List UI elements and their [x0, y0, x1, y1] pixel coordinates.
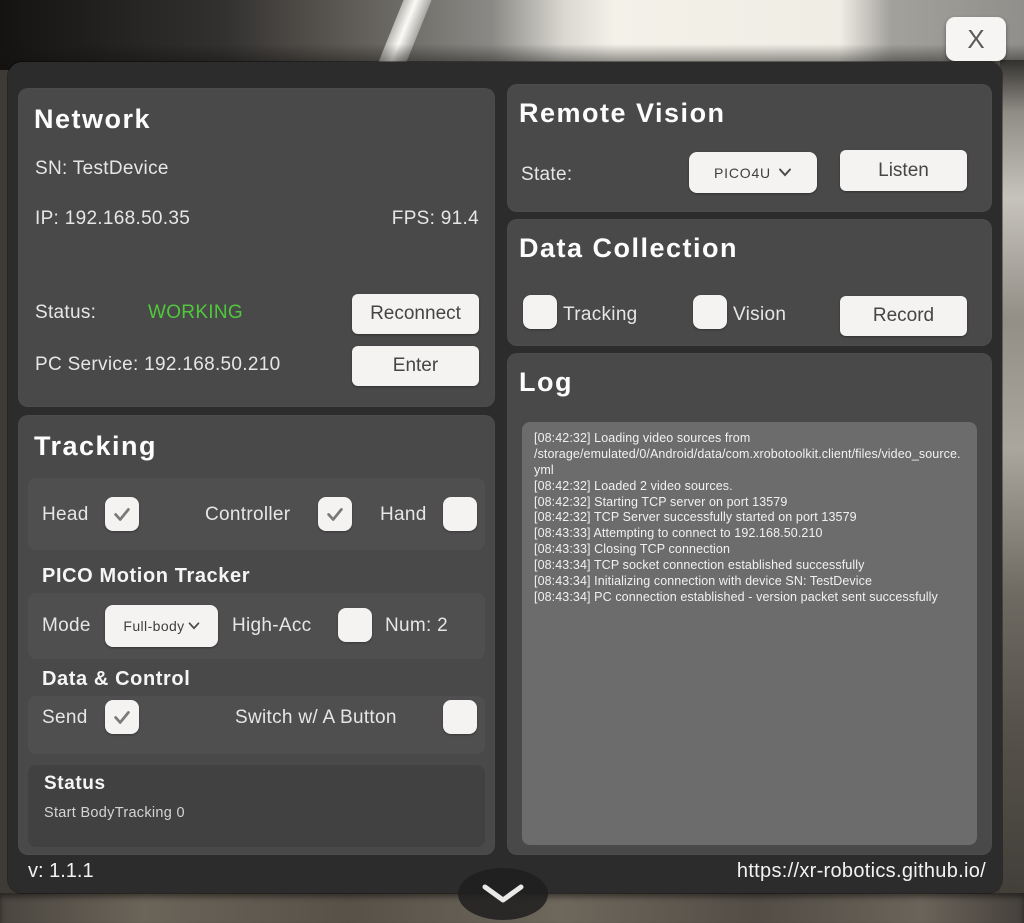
- collect-vision-label: Vision: [733, 304, 786, 326]
- controller-checkbox[interactable]: [318, 497, 352, 531]
- collect-tracking-checkbox[interactable]: [523, 295, 557, 329]
- send-label: Send: [42, 707, 88, 729]
- checkmark-icon: [324, 503, 346, 525]
- enter-button-label: Enter: [393, 355, 438, 377]
- mode-label: Mode: [42, 615, 91, 637]
- mode-dropdown-value: Full-body: [123, 618, 184, 634]
- enter-button[interactable]: Enter: [352, 346, 479, 386]
- main-window: Network SN: TestDevice IP: 192.168.50.35…: [8, 62, 1002, 893]
- tracking-title: Tracking: [34, 431, 157, 462]
- record-button[interactable]: Record: [840, 296, 967, 336]
- close-icon: X: [967, 24, 984, 55]
- high-acc-label: High-Acc: [232, 615, 311, 637]
- reconnect-button-label: Reconnect: [370, 303, 461, 325]
- tracking-panel: Tracking Head Controller Hand PICO Motio…: [18, 415, 495, 855]
- log-entry: [08:42:32] Starting TCP server on port 1…: [534, 495, 965, 511]
- tracking-status-value: Start BodyTracking 0: [44, 805, 185, 821]
- collect-tracking-label: Tracking: [563, 304, 638, 326]
- network-status-value: WORKING: [148, 302, 243, 324]
- switch-a-button-checkbox[interactable]: [443, 700, 477, 734]
- send-checkbox[interactable]: [105, 700, 139, 734]
- log-entry: [08:43:33] Attempting to connect to 192.…: [534, 526, 965, 542]
- data-collection-title: Data Collection: [519, 233, 738, 264]
- chevron-down-icon: [480, 883, 526, 905]
- log-entry: [08:43:34] Initializing connection with …: [534, 574, 965, 590]
- network-fps: FPS: 91.4: [392, 208, 479, 230]
- network-status-label: Status:: [35, 302, 96, 324]
- collect-vision-checkbox[interactable]: [693, 295, 727, 329]
- network-panel: Network SN: TestDevice IP: 192.168.50.35…: [18, 88, 495, 407]
- data-control-heading: Data & Control: [42, 668, 190, 691]
- network-sn: SN: TestDevice: [35, 158, 169, 180]
- hand-label: Hand: [380, 504, 427, 526]
- log-panel: Log [08:42:32] Loading video sources fro…: [507, 353, 992, 855]
- record-button-label: Record: [873, 305, 934, 327]
- project-url: https://xr-robotics.github.io/: [737, 860, 986, 883]
- listen-button[interactable]: Listen: [840, 150, 967, 191]
- log-entry: [08:43:34] TCP socket connection establi…: [534, 558, 965, 574]
- tracking-status-heading: Status: [44, 773, 106, 795]
- tracking-status-box: Status Start BodyTracking 0: [28, 765, 485, 847]
- app-screen: X Network SN: TestDevice IP: 192.168.50.…: [0, 0, 1024, 923]
- checkmark-icon: [111, 706, 133, 728]
- switch-a-button-label: Switch w/ A Button: [235, 707, 397, 729]
- mode-dropdown[interactable]: Full-body: [105, 605, 218, 647]
- network-ip: IP: 192.168.50.35: [35, 208, 190, 230]
- log-entry: [08:42:32] Loaded 2 video sources.: [534, 479, 965, 495]
- log-output[interactable]: [08:42:32] Loading video sources from /s…: [522, 422, 977, 845]
- num-label: Num: 2: [385, 615, 448, 637]
- chevron-down-icon: [778, 168, 792, 177]
- device-dropdown-value: PICO4U: [714, 165, 771, 181]
- head-label: Head: [42, 504, 89, 526]
- close-button[interactable]: X: [946, 17, 1006, 61]
- background-right-photo: [1000, 60, 1024, 923]
- head-checkbox[interactable]: [105, 497, 139, 531]
- log-entry: [08:42:32] TCP Server successfully start…: [534, 510, 965, 526]
- log-entry: [08:43:34] PC connection established - v…: [534, 590, 965, 606]
- log-entry: [08:42:32] Loading video sources from /s…: [534, 431, 965, 479]
- remote-vision-panel: Remote Vision State: PICO4U Listen: [507, 84, 992, 212]
- log-entry: [08:43:33] Closing TCP connection: [534, 542, 965, 558]
- device-dropdown[interactable]: PICO4U: [689, 152, 817, 193]
- pico-motion-tracker-heading: PICO Motion Tracker: [42, 565, 250, 588]
- checkmark-icon: [111, 503, 133, 525]
- listen-button-label: Listen: [878, 160, 929, 182]
- data-collection-panel: Data Collection Tracking Vision Record: [507, 219, 992, 346]
- network-title: Network: [34, 104, 151, 135]
- reconnect-button[interactable]: Reconnect: [352, 294, 479, 334]
- hand-checkbox[interactable]: [443, 497, 477, 531]
- network-pc-service: PC Service: 192.168.50.210: [35, 354, 280, 376]
- log-title: Log: [519, 367, 573, 398]
- collapse-button[interactable]: [458, 868, 548, 920]
- high-acc-checkbox[interactable]: [338, 608, 372, 642]
- remote-vision-title: Remote Vision: [519, 98, 726, 129]
- state-label: State:: [521, 164, 572, 186]
- controller-label: Controller: [205, 504, 290, 526]
- version-text: v: 1.1.1: [28, 860, 94, 883]
- chevron-down-icon: [188, 622, 200, 630]
